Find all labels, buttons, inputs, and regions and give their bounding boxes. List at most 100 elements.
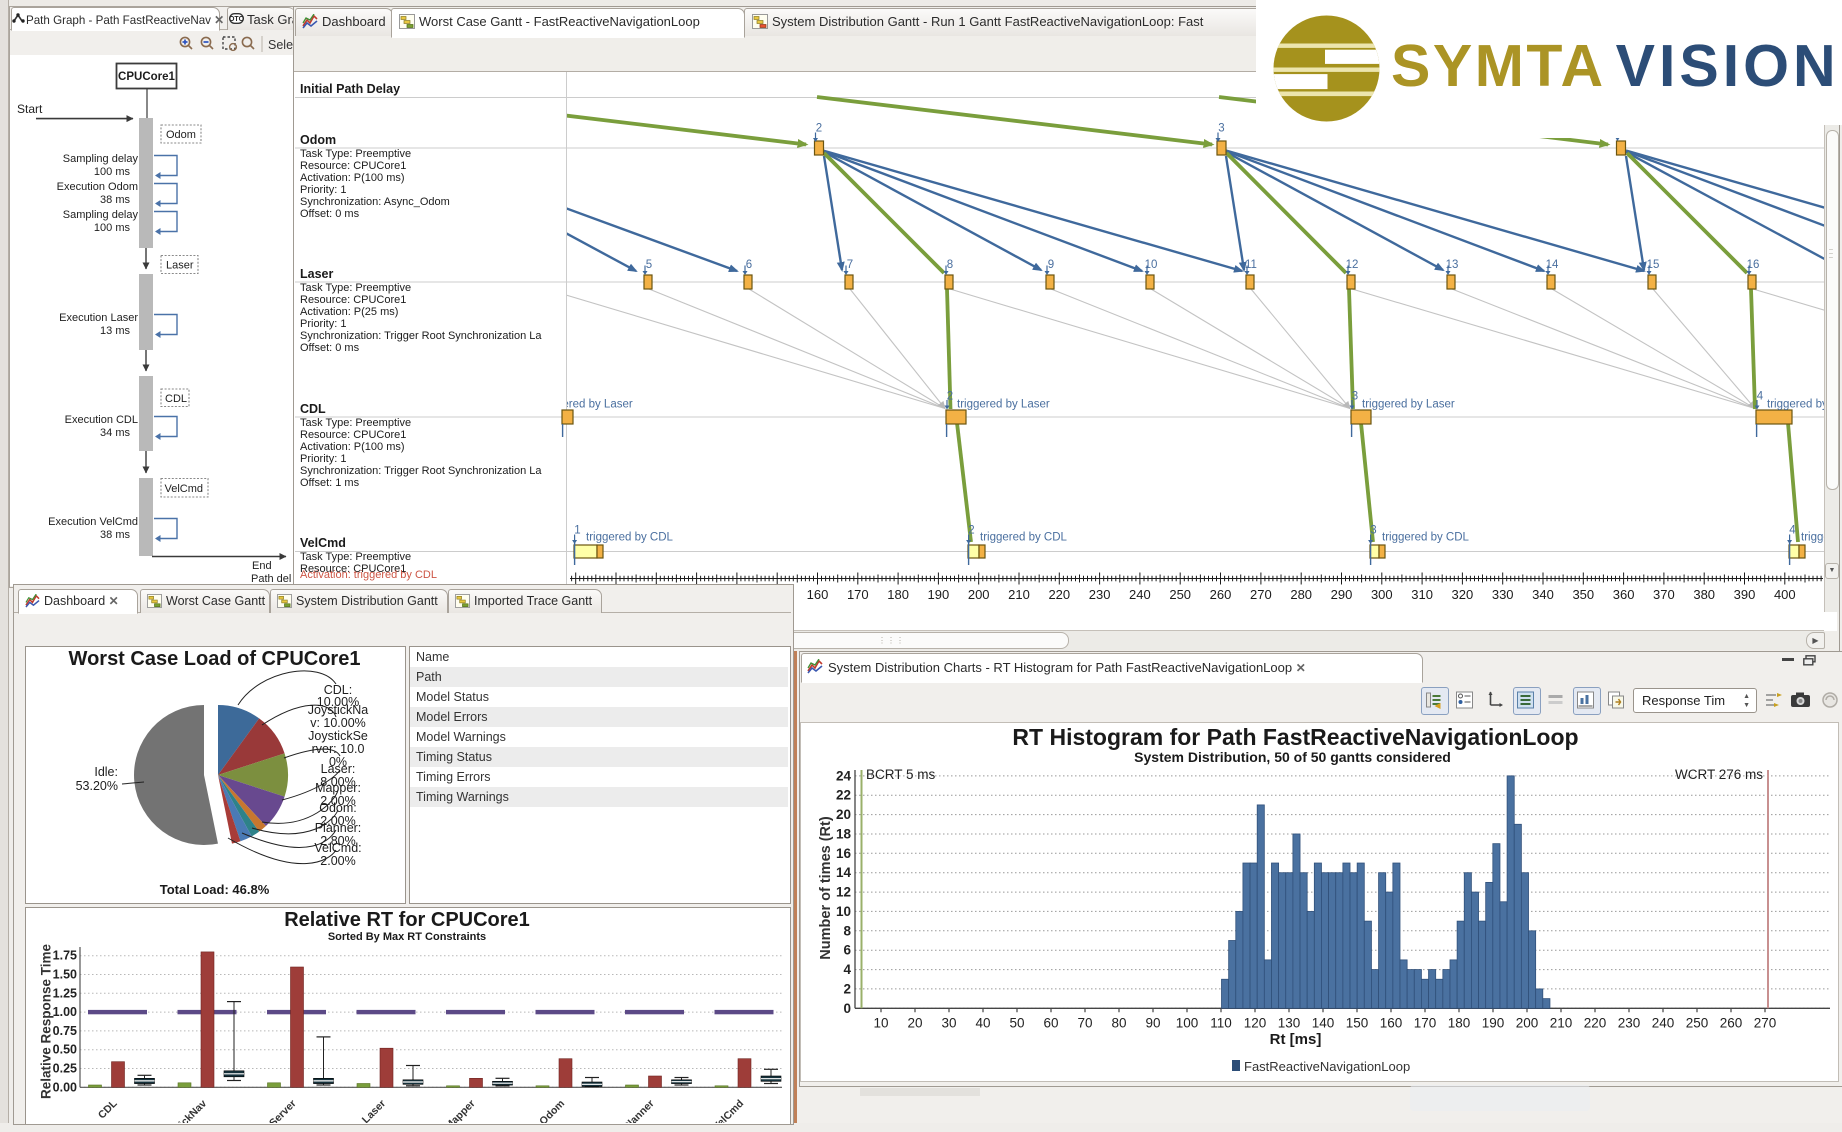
svg-text:250: 250 (1686, 1015, 1709, 1030)
svg-text:390: 390 (1734, 587, 1756, 602)
svg-text:360: 360 (1613, 587, 1635, 602)
svg-text:1: 1 (574, 525, 580, 537)
svg-text:150: 150 (1346, 1015, 1369, 1030)
svg-text:triggered by Laser: triggered by Laser (540, 399, 633, 411)
svg-text:triggered by Laser: triggered by Laser (957, 399, 1050, 411)
svg-text:1.00: 1.00 (53, 1005, 77, 1019)
svg-text:160: 160 (807, 587, 829, 602)
svg-text:3: 3 (1218, 123, 1224, 135)
svg-text:60: 60 (1043, 1015, 1058, 1030)
svg-text:OTO: OTO (229, 16, 244, 23)
svg-text:Planner: Planner (621, 1098, 657, 1123)
svg-text:270: 270 (1250, 587, 1272, 602)
svg-text:100 ms: 100 ms (94, 222, 131, 234)
svg-text:230: 230 (1089, 587, 1111, 602)
svg-text:triggered by CDL: triggered by CDL (1801, 532, 1824, 544)
svg-text:1.50: 1.50 (53, 968, 77, 982)
svg-text:6: 6 (746, 259, 752, 271)
svg-text:WCRT 276 ms: WCRT 276 ms (1675, 767, 1763, 782)
svg-text:220: 220 (1584, 1015, 1607, 1030)
svg-text:270: 270 (1754, 1015, 1777, 1030)
svg-text:340: 340 (1532, 587, 1554, 602)
svg-text:38 ms: 38 ms (100, 194, 130, 206)
svg-text:JoystickServer: JoystickServer (237, 1098, 298, 1123)
svg-text:180: 180 (887, 587, 909, 602)
svg-text:Mapper: Mapper (443, 1098, 478, 1123)
svg-text:Execution CDL: Execution CDL (65, 414, 138, 426)
svg-text:0.75: 0.75 (53, 1024, 77, 1038)
svg-text:14: 14 (836, 865, 852, 880)
svg-text:350: 350 (1572, 587, 1594, 602)
svg-text:20: 20 (836, 807, 851, 822)
svg-text:BCRT 5 ms: BCRT 5 ms (866, 767, 936, 782)
svg-text:220: 220 (1048, 587, 1070, 602)
svg-text:20: 20 (907, 1015, 922, 1030)
svg-text:Sampling delay: Sampling delay (63, 209, 139, 221)
svg-text:230: 230 (1618, 1015, 1641, 1030)
svg-text:Odom: Odom (166, 129, 196, 141)
svg-text:VelCmd: VelCmd (710, 1098, 746, 1123)
svg-text:190: 190 (1482, 1015, 1505, 1030)
svg-text:240: 240 (1129, 587, 1151, 602)
svg-text:170: 170 (1414, 1015, 1437, 1030)
svg-text:130: 130 (1278, 1015, 1301, 1030)
svg-text:1.75: 1.75 (53, 949, 77, 963)
svg-text:Laser: Laser (360, 1098, 388, 1123)
svg-text:160: 160 (1380, 1015, 1403, 1030)
svg-text:triggered by Laser: triggered by Laser (1362, 399, 1455, 411)
svg-text:CDL: CDL (165, 393, 187, 405)
svg-text:2: 2 (947, 391, 953, 403)
svg-text:1.25: 1.25 (53, 986, 77, 1000)
svg-text:VelCmd: VelCmd (165, 483, 204, 495)
svg-text:100 ms: 100 ms (94, 166, 131, 178)
svg-text:End: End (252, 560, 272, 572)
svg-text:80: 80 (1111, 1015, 1126, 1030)
svg-text:9: 9 (1048, 259, 1054, 271)
svg-text:triggered by CDL: triggered by CDL (586, 532, 674, 544)
svg-text:7: 7 (847, 259, 853, 271)
svg-text:CDL: CDL (96, 1097, 120, 1121)
svg-text:2: 2 (816, 123, 822, 135)
svg-text:4: 4 (1757, 391, 1764, 403)
svg-text:38 ms: 38 ms (100, 529, 130, 541)
svg-text:5: 5 (646, 259, 652, 271)
svg-text:180: 180 (1448, 1015, 1471, 1030)
svg-text:10: 10 (836, 904, 851, 919)
svg-text:370: 370 (1653, 587, 1675, 602)
svg-text:200: 200 (1516, 1015, 1539, 1030)
svg-text:260: 260 (1720, 1015, 1743, 1030)
svg-text:210: 210 (1550, 1015, 1573, 1030)
svg-text:24: 24 (836, 768, 852, 783)
svg-text:Laser: Laser (166, 260, 194, 272)
svg-text:0.25: 0.25 (53, 1062, 77, 1076)
svg-text:triggered by CDL: triggered by CDL (1382, 532, 1470, 544)
svg-text:240: 240 (1652, 1015, 1675, 1030)
svg-text:4: 4 (843, 962, 851, 977)
svg-text:0.00: 0.00 (53, 1080, 77, 1094)
svg-text:0.50: 0.50 (53, 1043, 77, 1057)
svg-text:8: 8 (843, 923, 851, 938)
svg-text:320: 320 (1452, 587, 1474, 602)
svg-text:170: 170 (847, 587, 869, 602)
svg-text:13 ms: 13 ms (100, 325, 130, 337)
svg-text:8: 8 (947, 259, 953, 271)
svg-text:190: 190 (928, 587, 950, 602)
svg-text:4: 4 (1789, 525, 1796, 537)
svg-text:10: 10 (873, 1015, 888, 1030)
svg-text:18: 18 (836, 827, 852, 842)
svg-text:380: 380 (1693, 587, 1715, 602)
svg-text:CPUCore1: CPUCore1 (118, 71, 175, 83)
svg-text:Execution Odom: Execution Odom (57, 181, 138, 193)
svg-text:triggered by Laser: triggered by Laser (1767, 399, 1824, 411)
svg-text:330: 330 (1492, 587, 1514, 602)
svg-text:310: 310 (1411, 587, 1433, 602)
svg-text:triggered by CDL: triggered by CDL (980, 532, 1068, 544)
svg-text:2: 2 (843, 981, 851, 996)
svg-text:100: 100 (1176, 1015, 1199, 1030)
svg-text:280: 280 (1290, 587, 1312, 602)
svg-text:Execution VelCmd: Execution VelCmd (48, 516, 138, 528)
svg-text:22: 22 (836, 788, 851, 803)
svg-text:50: 50 (1009, 1015, 1024, 1030)
svg-text:30: 30 (941, 1015, 956, 1030)
svg-text:260: 260 (1210, 587, 1232, 602)
